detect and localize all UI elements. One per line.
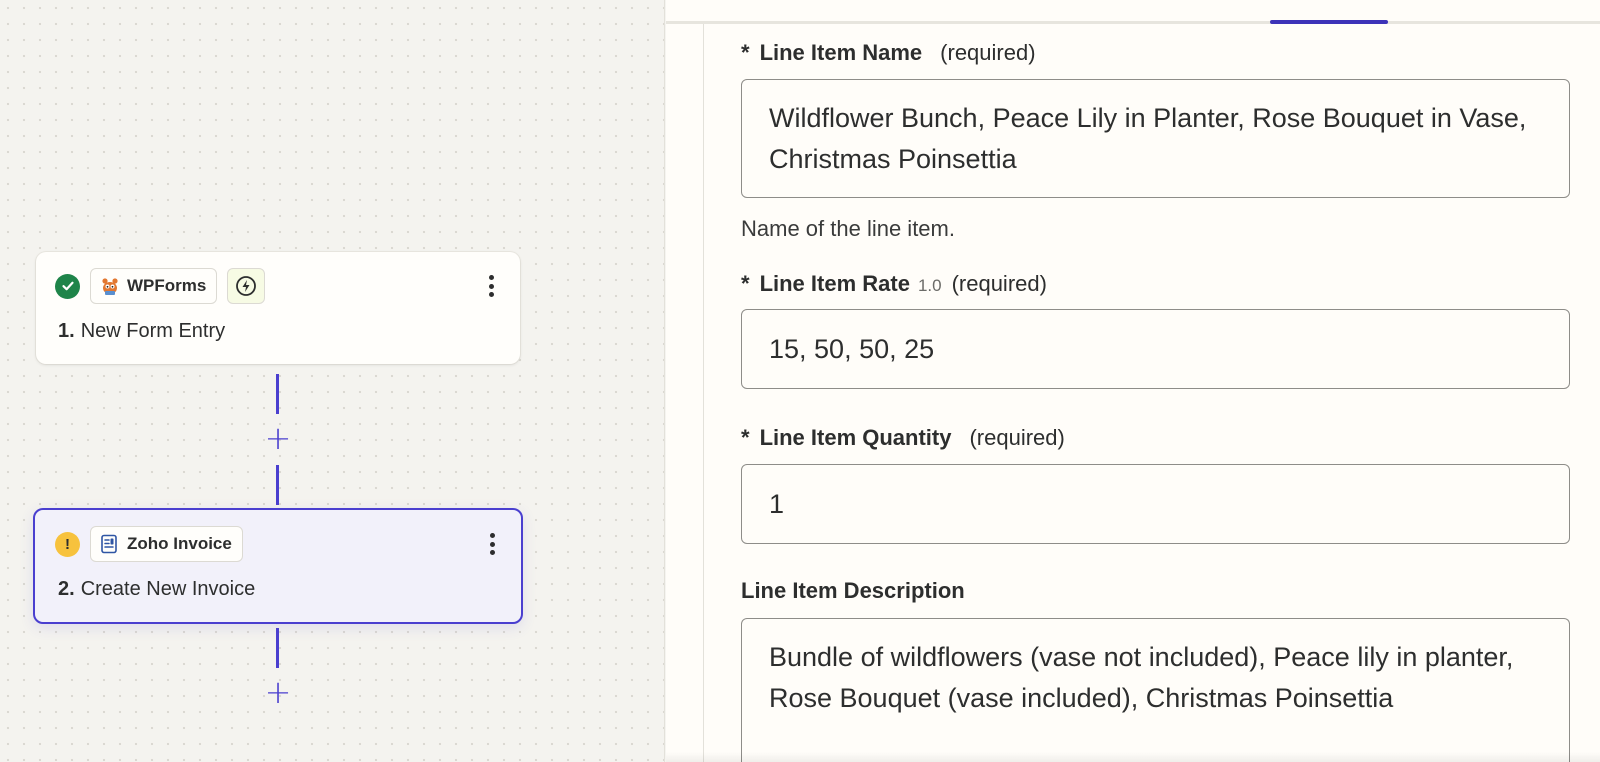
step-number: 1. (58, 320, 75, 342)
field-line-item-rate: * Line Item Rate 1.0 (required) 15, 50, … (741, 271, 1570, 389)
app-chip-label: WPForms (127, 276, 207, 295)
field-label-text: Line Item Description (741, 578, 965, 603)
more-vertical-icon[interactable] (484, 272, 498, 300)
required-text: (required) (940, 40, 1036, 65)
app-chip-zoho-invoice[interactable]: Zoho Invoice (90, 526, 243, 562)
check-circle-icon (55, 273, 80, 299)
line-item-quantity-input[interactable]: 1 (741, 464, 1570, 544)
step-number: 2. (58, 578, 75, 600)
panel-tab-bar (666, 0, 1600, 24)
panel-bottom-fade (666, 752, 1600, 762)
step-title: 2. Create New Invoice (58, 578, 255, 601)
field-label: Line Item Description (741, 578, 1570, 604)
step-card-trigger[interactable]: WPForms 1. New Form Entry (36, 252, 520, 364)
app-chip-wpforms[interactable]: WPForms (90, 268, 218, 304)
connector-line (276, 465, 279, 505)
more-vertical-icon[interactable] (485, 530, 499, 558)
step-editor-panel: * Line Item Name (required) Wildflower B… (666, 0, 1600, 762)
line-item-name-input[interactable]: Wildflower Bunch, Peace Lily in Planter,… (741, 79, 1570, 198)
required-text: (required) (969, 425, 1065, 450)
step-card-header: ! Zoho Invoice (55, 526, 243, 562)
field-help-text: Name of the line item. (741, 216, 955, 241)
step-card-action[interactable]: ! Zoho Invoice 2. Create New Invoice (33, 508, 523, 624)
line-item-rate-input[interactable]: 15, 50, 50, 25 (741, 309, 1570, 389)
type-hint: 1.0 (917, 276, 942, 295)
required-text: (required) (951, 271, 1047, 296)
step-name: New Form Entry (80, 320, 226, 342)
connector-line (276, 374, 279, 414)
step-name: Create New Invoice (80, 578, 256, 600)
panel-divider (703, 24, 704, 762)
step-card-header: WPForms (55, 268, 266, 304)
line-item-description-input[interactable]: Bundle of wildflowers (vase not included… (741, 618, 1570, 762)
field-label: * Line Item Rate 1.0 (required) (741, 271, 1570, 297)
warning-circle-icon: ! (55, 531, 80, 557)
step-title: 1. New Form Entry (58, 320, 225, 343)
zoho-invoice-logo-icon (99, 533, 121, 555)
field-label: * Line Item Name (required) (741, 40, 1570, 66)
add-step-button[interactable]: + (264, 422, 292, 454)
field-label: * Line Item Quantity (required) (741, 425, 1570, 451)
field-line-item-description: Line Item Description Bundle of wildflow… (741, 578, 1570, 762)
required-asterisk: * (741, 271, 750, 296)
required-asterisk: * (741, 40, 750, 65)
connector-line (276, 628, 279, 668)
required-asterisk: * (741, 425, 750, 450)
field-line-item-quantity: * Line Item Quantity (required) 1 (741, 425, 1570, 544)
field-line-item-name: * Line Item Name (required) Wildflower B… (741, 40, 1570, 242)
field-label-text: Line Item Quantity (759, 425, 952, 450)
wpforms-logo-icon (99, 275, 121, 297)
field-label-text: Line Item Rate (759, 271, 910, 296)
workflow-canvas[interactable]: WPForms 1. New Form Entry + ! Zoho Invoi… (0, 0, 665, 762)
bolt-trigger-icon[interactable] (227, 268, 266, 304)
add-step-button[interactable]: + (264, 676, 292, 708)
app-chip-label: Zoho Invoice (127, 534, 232, 553)
active-tab-indicator (1270, 20, 1388, 24)
field-label-text: Line Item Name (759, 40, 923, 65)
